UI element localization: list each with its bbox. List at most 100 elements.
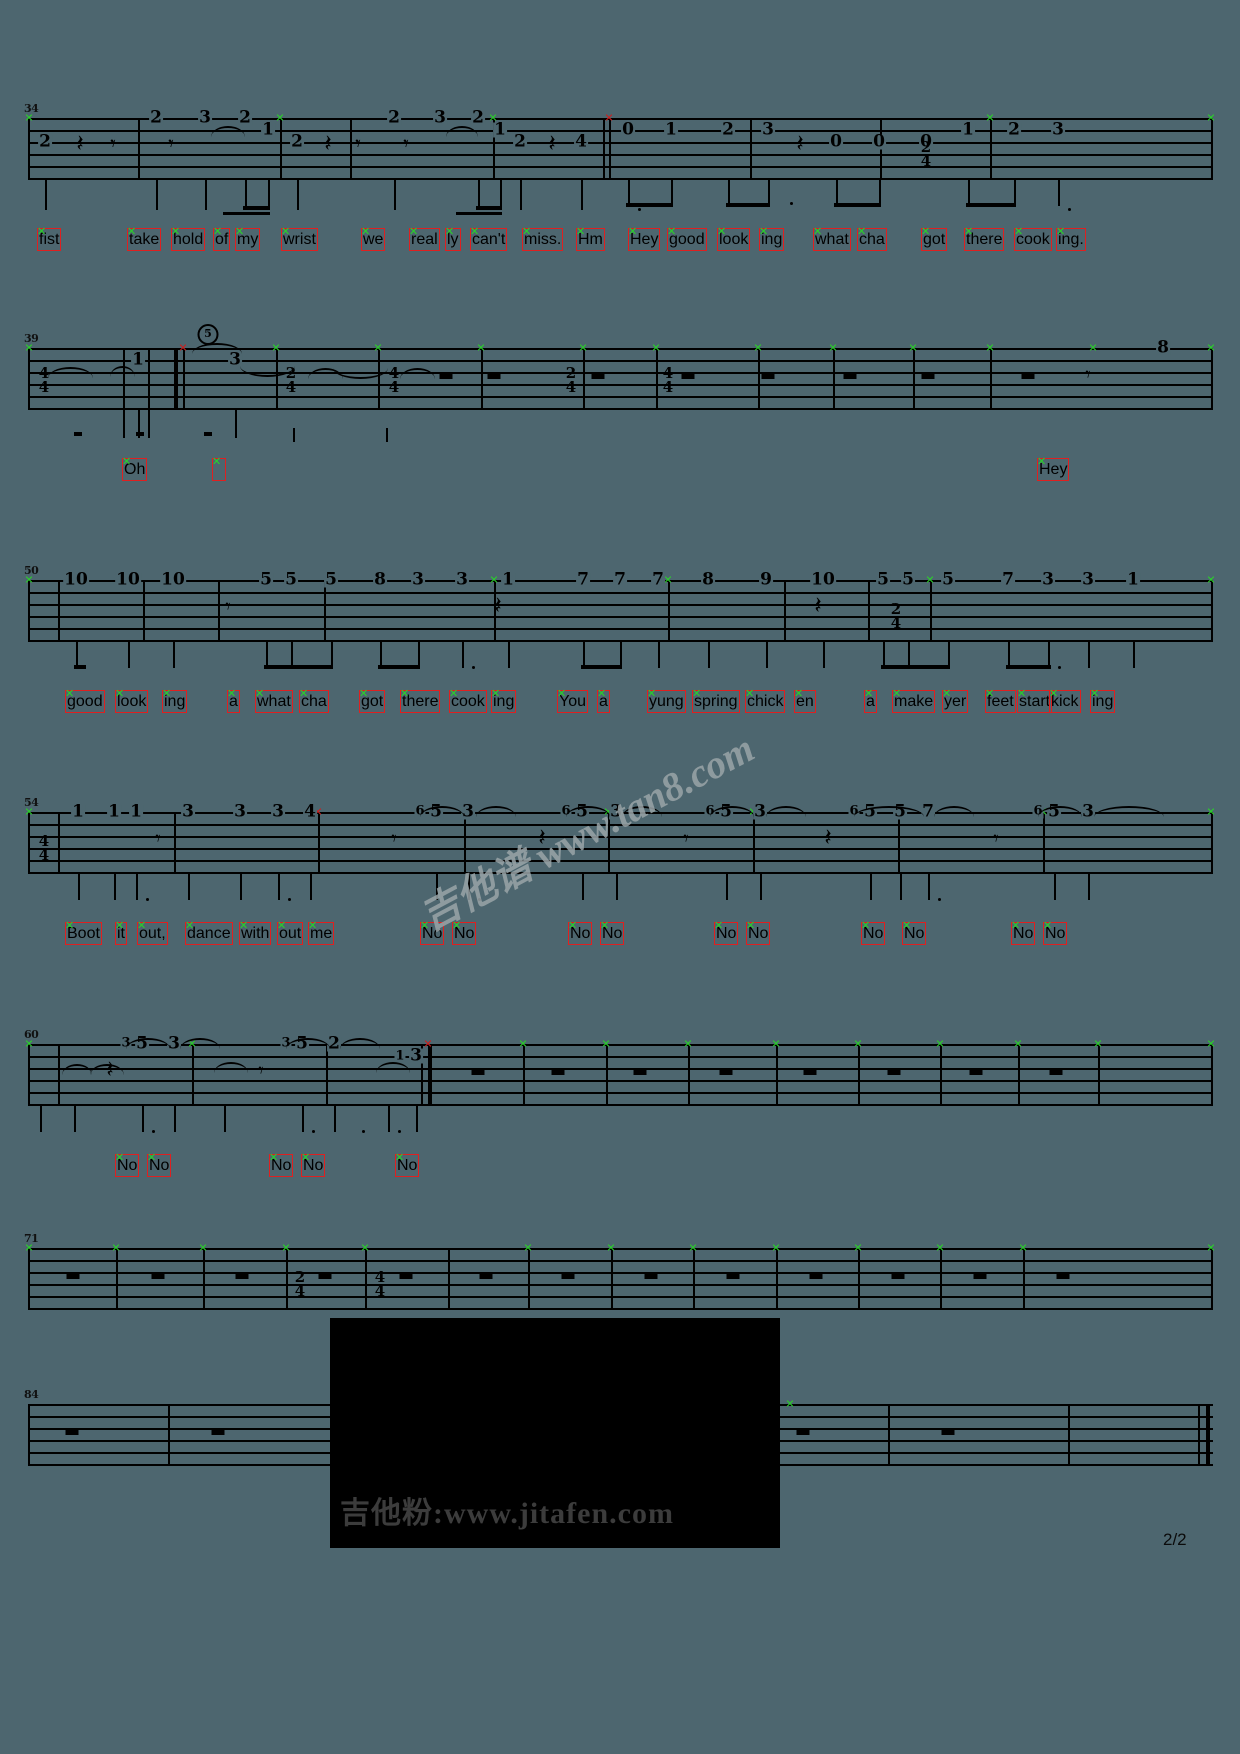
lyric-syllable: ✕ ing. bbox=[1056, 225, 1086, 251]
whole-rest bbox=[891, 1272, 905, 1279]
lyric-anchor-x: ✕ bbox=[985, 687, 995, 700]
string-line bbox=[28, 628, 1213, 630]
lyric-syllable: ✕ yer bbox=[942, 687, 969, 713]
string-line bbox=[28, 1284, 1213, 1286]
lyric-syllable: ✕ ly bbox=[445, 225, 461, 251]
barline bbox=[58, 1044, 60, 1106]
lyric-syllable: ✕ hold bbox=[171, 225, 206, 251]
whole-rest bbox=[1056, 1272, 1070, 1279]
tab-staff-6: ✕ ✕ ✕ ✕ ✕ ✕ ✕ ✕ ✕ ✕ ✕ ✕ ✕ 24 44 bbox=[24, 1243, 1216, 1310]
lyric-anchor-x: ✕ bbox=[600, 919, 610, 932]
lyric-syllable: ✕ No bbox=[147, 1151, 172, 1177]
quarter-rest: 𝄽 bbox=[548, 129, 556, 157]
tab-number: 3 bbox=[1051, 119, 1065, 140]
string-line bbox=[28, 1272, 1213, 1274]
barline bbox=[858, 1248, 860, 1310]
slur bbox=[126, 1038, 170, 1049]
barline bbox=[1198, 1404, 1200, 1466]
barline bbox=[1068, 1404, 1070, 1466]
tab-number: 1 bbox=[261, 119, 275, 140]
whole-rest bbox=[151, 1272, 165, 1279]
slur bbox=[90, 1064, 124, 1075]
string-line bbox=[28, 1056, 1213, 1058]
eighth-rest: 𝄾 bbox=[355, 131, 361, 156]
tab-number: 5 bbox=[284, 569, 298, 590]
lyric-anchor-x: ✕ bbox=[235, 225, 245, 238]
barline bbox=[888, 1404, 890, 1466]
tab-number: 0 bbox=[872, 131, 886, 152]
lyric-syllable: ✕ with bbox=[239, 919, 272, 945]
whole-rest bbox=[761, 372, 775, 379]
barline bbox=[28, 1248, 30, 1310]
barline bbox=[350, 118, 352, 180]
whole-rest bbox=[843, 372, 857, 379]
measure-number-71: 71 bbox=[24, 1232, 39, 1245]
barline bbox=[448, 1248, 450, 1310]
lyric-row-1: ✕ fist ✕ take ✕ hold ✕ of ✕ my ✕ wrist ✕ we ✕ re… bbox=[28, 225, 1213, 254]
barline bbox=[606, 1044, 608, 1106]
tab-staff-3: ✕ ✕ ✕ ✕ ✕ 24 10 10 10 5 5 5 8 3 3 1 7 7 … bbox=[24, 571, 1216, 642]
tab-number: 2 bbox=[149, 107, 163, 128]
whole-rest bbox=[318, 1272, 332, 1279]
final-barline bbox=[1206, 1404, 1210, 1466]
lyric-anchor-x: ✕ bbox=[361, 225, 371, 238]
barline bbox=[286, 1248, 288, 1310]
barline bbox=[784, 580, 786, 642]
tab-number: 4 bbox=[303, 801, 317, 822]
lyric-syllable: ✕ No bbox=[1011, 919, 1036, 945]
lyric-row-5: ✕ No ✕ No ✕ No ✕ No ✕ No bbox=[28, 1151, 1213, 1180]
lyric-syllable: ✕ start bbox=[1017, 687, 1053, 713]
lyric-anchor-x: ✕ bbox=[964, 225, 974, 238]
system-1: 34 ✕ ✕ ✕ ✕ ✕ ✕ 2 2 3 2 1 2 2 3 2 1 2 4 0… bbox=[24, 102, 1216, 251]
measure-number-60: 60 bbox=[24, 1028, 39, 1041]
lyric-syllable: ✕ en bbox=[794, 687, 816, 713]
barline bbox=[523, 1044, 525, 1106]
lyric-syllable: ✕ out bbox=[277, 919, 304, 945]
lyric-anchor-x: ✕ bbox=[255, 687, 265, 700]
lyric-syllable: ✕ Hey bbox=[1037, 455, 1070, 481]
barline bbox=[930, 580, 932, 642]
lyric-anchor-x: ✕ bbox=[861, 919, 871, 932]
lyric-anchor-x: ✕ bbox=[400, 687, 410, 700]
whole-rest bbox=[719, 1068, 733, 1075]
lyric-syllable: ✕ got bbox=[921, 225, 948, 251]
string-line bbox=[28, 1260, 1213, 1262]
string-line bbox=[28, 1308, 1213, 1310]
lyric-syllable: ✕ me bbox=[308, 919, 335, 945]
lyric-anchor-x: ✕ bbox=[1056, 225, 1066, 238]
tab-number: 1 bbox=[107, 801, 121, 822]
tab-number: 7 bbox=[1001, 569, 1015, 590]
barline bbox=[28, 1404, 30, 1466]
tab-page: 3 4 ✕ ✕ ✕ ✕ ✕ ✕ 2 2 3 2 1 2 2 3 2 1 2 4 0… bbox=[0, 0, 1240, 1754]
measure-number-54: 54 bbox=[24, 796, 39, 809]
barline bbox=[28, 580, 30, 642]
lyric-syllable: ✕ what bbox=[813, 225, 851, 251]
lyric-anchor-x: ✕ bbox=[359, 687, 369, 700]
whole-rest bbox=[796, 1428, 810, 1435]
slur bbox=[376, 1062, 410, 1073]
tab-number: 1 bbox=[961, 119, 975, 140]
barline bbox=[58, 812, 60, 874]
whole-rest bbox=[941, 1428, 955, 1435]
tab-number: 3 bbox=[1081, 569, 1095, 590]
lyric-anchor-x: ✕ bbox=[921, 225, 931, 238]
barline bbox=[1211, 348, 1213, 410]
slur bbox=[48, 367, 93, 378]
lyric-anchor-x: ✕ bbox=[647, 687, 657, 700]
lyric-syllable: ✕ look bbox=[115, 687, 149, 713]
lyric-anchor-x: ✕ bbox=[864, 687, 874, 700]
barline bbox=[940, 1248, 942, 1310]
lyric-syllable: ✕ Hm bbox=[576, 225, 605, 251]
whole-rest bbox=[973, 1272, 987, 1279]
lyric-syllable: ✕ make bbox=[892, 687, 936, 713]
tab-number: 3 bbox=[1081, 801, 1095, 822]
barline bbox=[378, 348, 380, 410]
lyric-syllable: ✕ yung bbox=[647, 687, 686, 713]
barline bbox=[1043, 812, 1045, 874]
slur bbox=[766, 806, 806, 817]
lyric-syllable: ✕ we bbox=[361, 225, 386, 251]
lyric-syllable: ✕ chick bbox=[745, 687, 786, 713]
string-line bbox=[28, 848, 1213, 850]
dotted-eighth-rest: 𝄾 bbox=[225, 594, 231, 618]
lyric-anchor-x: ✕ bbox=[1090, 687, 1100, 700]
